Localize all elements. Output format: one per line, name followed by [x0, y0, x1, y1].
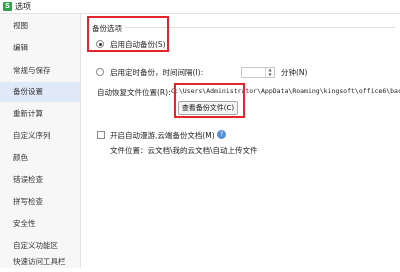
sidebar-item-view[interactable]: 视图 [0, 16, 80, 36]
sidebar-item-edit[interactable]: 编辑 [0, 38, 80, 58]
auto-roaming-label[interactable]: 开启自动漫游,云端备份文档(M) [110, 130, 215, 141]
sidebar-item-spell-check[interactable]: 拼写检查 [0, 192, 80, 212]
sidebar-item-custom-lists[interactable]: 自定义序列 [0, 126, 80, 146]
timed-backup-radio[interactable] [96, 68, 104, 76]
recover-location-label: 自动恢复文件位置(R): [97, 88, 171, 97]
title-bar: S 选项 [0, 0, 400, 14]
options-sidebar: 视图 编辑 常规与保存 备份设置 重新计算 自定义序列 颜色 错误检查 拼写检查… [0, 14, 81, 268]
sidebar-item-recalculate[interactable]: 重新计算 [0, 104, 80, 124]
cloud-file-location: 文件位置：云文档\我的云文档\自动上传文件 [110, 146, 258, 155]
sidebar-item-error-check[interactable]: 错误检查 [0, 170, 80, 190]
sidebar-item-security[interactable]: 安全性 [0, 214, 80, 234]
window-title: 选项 [15, 2, 31, 11]
help-icon[interactable]: ? [217, 130, 226, 139]
sidebar-item-backup-settings[interactable]: 备份设置 [0, 82, 80, 102]
timed-backup-label[interactable]: 启用定时备份，时间间隔(I): [110, 67, 203, 78]
sidebar-item-color[interactable]: 颜色 [0, 148, 80, 168]
highlight-box-backup-options [87, 16, 169, 52]
sidebar-item-general-save[interactable]: 常规与保存 [0, 61, 80, 81]
app-logo-icon: S [3, 2, 12, 11]
stepper-arrows-icon[interactable]: ▲ ▼ [265, 67, 274, 77]
highlight-box-view-backup [174, 83, 245, 118]
auto-roaming-checkbox[interactable] [97, 131, 105, 139]
backup-settings-panel: 备份选项 启用自动备份(S) 启用定时备份，时间间隔(I): ▲ ▼ 分钟(N) … [81, 14, 400, 268]
interval-stepper[interactable]: ▲ ▼ [241, 67, 275, 78]
interval-unit-label: 分钟(N) [281, 68, 308, 77]
sidebar-item-quick-access-toolbar[interactable]: 快速访问工具栏 [0, 252, 80, 272]
